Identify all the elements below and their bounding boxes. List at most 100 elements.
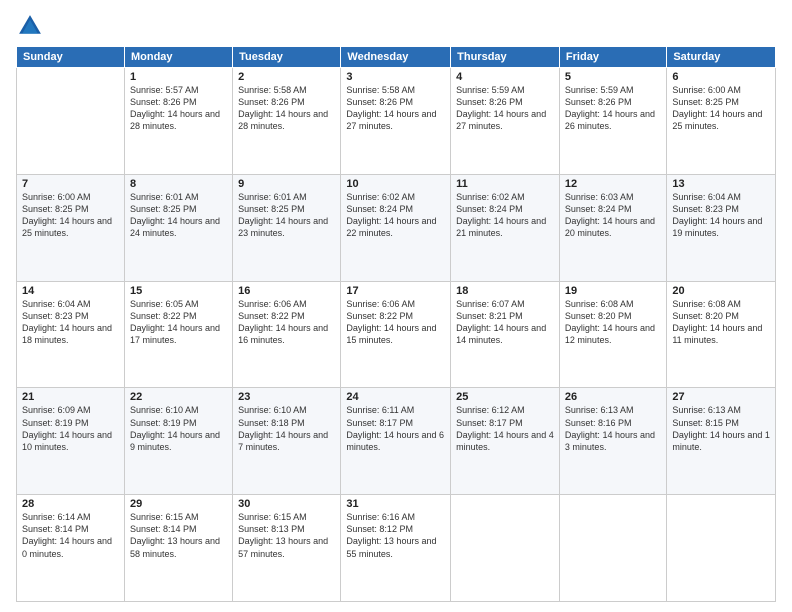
day-info: Sunrise: 6:12 AM Sunset: 8:17 PM Dayligh… [456,404,554,453]
calendar-cell: 11Sunrise: 6:02 AM Sunset: 8:24 PM Dayli… [451,174,560,281]
day-info: Sunrise: 6:16 AM Sunset: 8:12 PM Dayligh… [346,511,445,560]
col-header-sunday: Sunday [17,47,125,68]
calendar-cell [451,495,560,602]
day-info: Sunrise: 6:14 AM Sunset: 8:14 PM Dayligh… [22,511,119,560]
day-number: 7 [22,178,119,190]
day-info: Sunrise: 6:15 AM Sunset: 8:14 PM Dayligh… [130,511,227,560]
day-number: 2 [238,71,335,83]
day-number: 13 [672,178,770,190]
calendar-cell: 2Sunrise: 5:58 AM Sunset: 8:26 PM Daylig… [233,68,341,175]
calendar-cell: 28Sunrise: 6:14 AM Sunset: 8:14 PM Dayli… [17,495,125,602]
day-info: Sunrise: 6:08 AM Sunset: 8:20 PM Dayligh… [565,298,661,347]
day-info: Sunrise: 6:04 AM Sunset: 8:23 PM Dayligh… [22,298,119,347]
calendar-cell [667,495,776,602]
week-row-4: 28Sunrise: 6:14 AM Sunset: 8:14 PM Dayli… [17,495,776,602]
col-header-wednesday: Wednesday [341,47,451,68]
calendar-cell: 3Sunrise: 5:58 AM Sunset: 8:26 PM Daylig… [341,68,451,175]
calendar-cell: 1Sunrise: 5:57 AM Sunset: 8:26 PM Daylig… [124,68,232,175]
day-info: Sunrise: 6:10 AM Sunset: 8:18 PM Dayligh… [238,404,335,453]
calendar-cell: 26Sunrise: 6:13 AM Sunset: 8:16 PM Dayli… [559,388,666,495]
day-number: 31 [346,498,445,510]
day-info: Sunrise: 6:03 AM Sunset: 8:24 PM Dayligh… [565,191,661,240]
day-info: Sunrise: 6:06 AM Sunset: 8:22 PM Dayligh… [238,298,335,347]
day-info: Sunrise: 6:08 AM Sunset: 8:20 PM Dayligh… [672,298,770,347]
day-number: 26 [565,391,661,403]
calendar-cell: 16Sunrise: 6:06 AM Sunset: 8:22 PM Dayli… [233,281,341,388]
day-number: 18 [456,285,554,297]
day-number: 28 [22,498,119,510]
day-number: 27 [672,391,770,403]
calendar-cell: 7Sunrise: 6:00 AM Sunset: 8:25 PM Daylig… [17,174,125,281]
calendar-cell: 25Sunrise: 6:12 AM Sunset: 8:17 PM Dayli… [451,388,560,495]
day-number: 23 [238,391,335,403]
day-info: Sunrise: 6:02 AM Sunset: 8:24 PM Dayligh… [456,191,554,240]
day-number: 3 [346,71,445,83]
day-info: Sunrise: 5:58 AM Sunset: 8:26 PM Dayligh… [346,84,445,133]
calendar-cell: 4Sunrise: 5:59 AM Sunset: 8:26 PM Daylig… [451,68,560,175]
day-info: Sunrise: 6:15 AM Sunset: 8:13 PM Dayligh… [238,511,335,560]
day-info: Sunrise: 6:00 AM Sunset: 8:25 PM Dayligh… [672,84,770,133]
calendar-table: SundayMondayTuesdayWednesdayThursdayFrid… [16,46,776,602]
calendar-cell: 15Sunrise: 6:05 AM Sunset: 8:22 PM Dayli… [124,281,232,388]
day-info: Sunrise: 6:00 AM Sunset: 8:25 PM Dayligh… [22,191,119,240]
day-info: Sunrise: 6:10 AM Sunset: 8:19 PM Dayligh… [130,404,227,453]
week-row-3: 21Sunrise: 6:09 AM Sunset: 8:19 PM Dayli… [17,388,776,495]
calendar-cell: 18Sunrise: 6:07 AM Sunset: 8:21 PM Dayli… [451,281,560,388]
day-number: 1 [130,71,227,83]
day-info: Sunrise: 6:13 AM Sunset: 8:16 PM Dayligh… [565,404,661,453]
day-number: 24 [346,391,445,403]
day-number: 9 [238,178,335,190]
calendar-cell: 19Sunrise: 6:08 AM Sunset: 8:20 PM Dayli… [559,281,666,388]
calendar-cell: 13Sunrise: 6:04 AM Sunset: 8:23 PM Dayli… [667,174,776,281]
day-info: Sunrise: 6:05 AM Sunset: 8:22 PM Dayligh… [130,298,227,347]
day-number: 5 [565,71,661,83]
day-number: 4 [456,71,554,83]
calendar-cell: 29Sunrise: 6:15 AM Sunset: 8:14 PM Dayli… [124,495,232,602]
day-info: Sunrise: 5:59 AM Sunset: 8:26 PM Dayligh… [565,84,661,133]
calendar-cell: 14Sunrise: 6:04 AM Sunset: 8:23 PM Dayli… [17,281,125,388]
calendar-cell [17,68,125,175]
calendar-cell: 21Sunrise: 6:09 AM Sunset: 8:19 PM Dayli… [17,388,125,495]
week-row-2: 14Sunrise: 6:04 AM Sunset: 8:23 PM Dayli… [17,281,776,388]
day-number: 30 [238,498,335,510]
calendar-cell [559,495,666,602]
day-number: 22 [130,391,227,403]
day-number: 14 [22,285,119,297]
day-info: Sunrise: 5:59 AM Sunset: 8:26 PM Dayligh… [456,84,554,133]
header-row: SundayMondayTuesdayWednesdayThursdayFrid… [17,47,776,68]
day-number: 17 [346,285,445,297]
calendar-cell: 9Sunrise: 6:01 AM Sunset: 8:25 PM Daylig… [233,174,341,281]
calendar-cell: 12Sunrise: 6:03 AM Sunset: 8:24 PM Dayli… [559,174,666,281]
logo [16,12,48,40]
day-info: Sunrise: 5:57 AM Sunset: 8:26 PM Dayligh… [130,84,227,133]
day-number: 21 [22,391,119,403]
day-number: 12 [565,178,661,190]
day-number: 6 [672,71,770,83]
col-header-friday: Friday [559,47,666,68]
day-info: Sunrise: 6:04 AM Sunset: 8:23 PM Dayligh… [672,191,770,240]
day-info: Sunrise: 6:01 AM Sunset: 8:25 PM Dayligh… [238,191,335,240]
col-header-tuesday: Tuesday [233,47,341,68]
day-number: 15 [130,285,227,297]
day-info: Sunrise: 6:01 AM Sunset: 8:25 PM Dayligh… [130,191,227,240]
day-number: 29 [130,498,227,510]
week-row-0: 1Sunrise: 5:57 AM Sunset: 8:26 PM Daylig… [17,68,776,175]
day-info: Sunrise: 6:09 AM Sunset: 8:19 PM Dayligh… [22,404,119,453]
header [16,12,776,40]
calendar-cell: 23Sunrise: 6:10 AM Sunset: 8:18 PM Dayli… [233,388,341,495]
col-header-saturday: Saturday [667,47,776,68]
day-number: 10 [346,178,445,190]
calendar-cell: 20Sunrise: 6:08 AM Sunset: 8:20 PM Dayli… [667,281,776,388]
calendar-cell: 6Sunrise: 6:00 AM Sunset: 8:25 PM Daylig… [667,68,776,175]
col-header-monday: Monday [124,47,232,68]
day-info: Sunrise: 6:11 AM Sunset: 8:17 PM Dayligh… [346,404,445,453]
day-info: Sunrise: 6:02 AM Sunset: 8:24 PM Dayligh… [346,191,445,240]
page: SundayMondayTuesdayWednesdayThursdayFrid… [0,0,792,612]
week-row-1: 7Sunrise: 6:00 AM Sunset: 8:25 PM Daylig… [17,174,776,281]
day-info: Sunrise: 6:13 AM Sunset: 8:15 PM Dayligh… [672,404,770,453]
day-info: Sunrise: 5:58 AM Sunset: 8:26 PM Dayligh… [238,84,335,133]
col-header-thursday: Thursday [451,47,560,68]
day-info: Sunrise: 6:07 AM Sunset: 8:21 PM Dayligh… [456,298,554,347]
calendar-cell: 31Sunrise: 6:16 AM Sunset: 8:12 PM Dayli… [341,495,451,602]
calendar-cell: 8Sunrise: 6:01 AM Sunset: 8:25 PM Daylig… [124,174,232,281]
